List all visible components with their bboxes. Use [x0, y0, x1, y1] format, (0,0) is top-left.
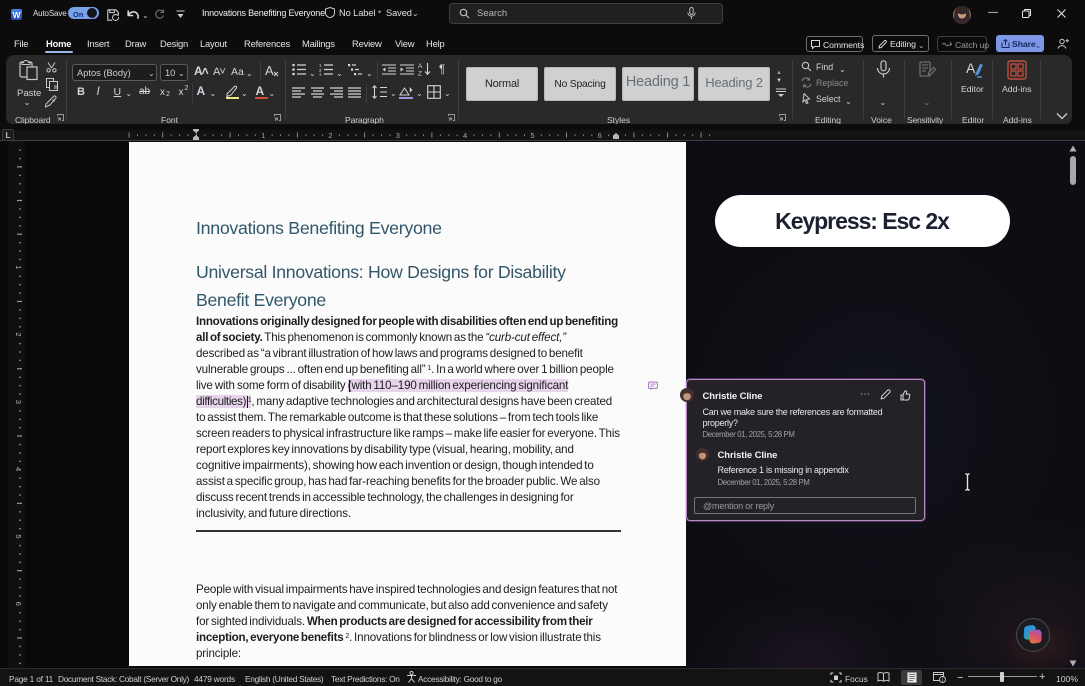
svg-text:3: 3 — [14, 400, 23, 404]
svg-text:5: 5 — [530, 131, 534, 140]
svg-text:1: 1 — [261, 131, 265, 140]
svg-text:4: 4 — [463, 131, 467, 140]
svg-text:3: 3 — [396, 131, 400, 140]
svg-text:2: 2 — [14, 332, 23, 336]
svg-text:5: 5 — [14, 534, 23, 538]
svg-text:6: 6 — [598, 131, 602, 140]
svg-text:4: 4 — [14, 467, 23, 471]
svg-text:1: 1 — [14, 265, 23, 269]
svg-text:i: i — [942, 678, 943, 683]
svg-text:6: 6 — [14, 602, 23, 606]
svg-text:2: 2 — [328, 131, 332, 140]
